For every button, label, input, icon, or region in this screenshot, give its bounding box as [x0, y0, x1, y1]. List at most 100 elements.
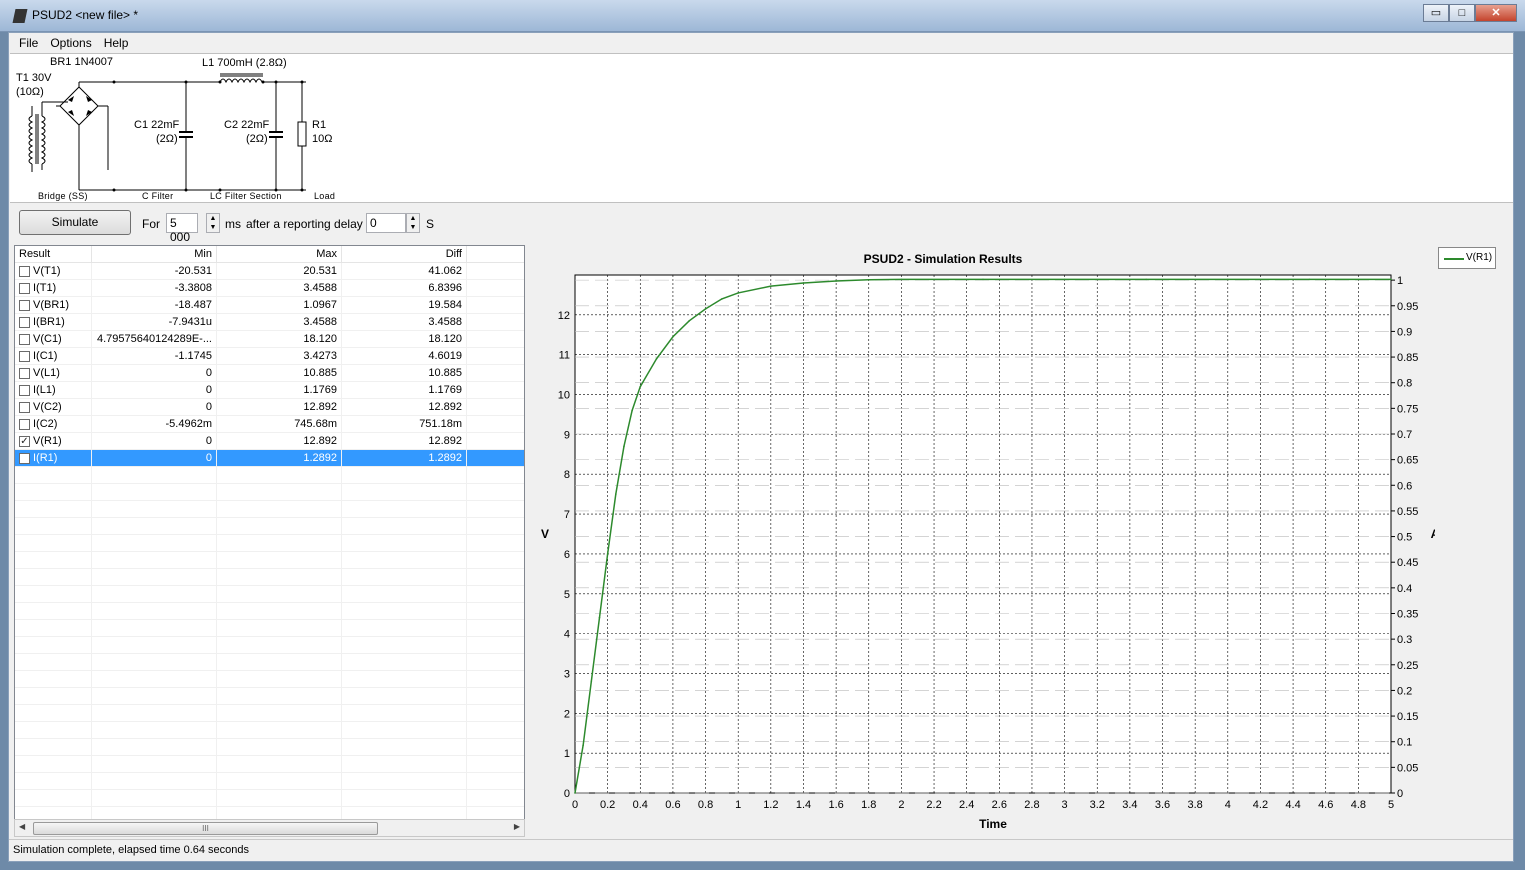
series-point — [737, 292, 739, 294]
table-row[interactable]: I(C2) -5.4962m 745.68m 751.18m — [15, 416, 524, 433]
result-name: V(T1) — [33, 265, 61, 277]
min-cell: 0 — [92, 450, 217, 466]
row-checkbox[interactable] — [19, 401, 30, 413]
x-tick-label: 2.2 — [926, 799, 941, 811]
table-row[interactable]: ✓ V(R1) 0 12.892 12.892 — [15, 433, 524, 450]
min-cell: -1.1745 — [92, 348, 217, 364]
diff-cell: 41.062 — [342, 263, 467, 279]
empty-table-row — [15, 467, 524, 484]
empty-table-row — [15, 637, 524, 654]
row-checkbox[interactable] — [19, 265, 30, 277]
delay-stepper[interactable]: ▲ ▼ — [406, 213, 420, 233]
x-tick-label: 1.8 — [861, 799, 876, 811]
col-result[interactable]: Result — [15, 246, 92, 262]
x-tick-label: 1.6 — [828, 799, 843, 811]
row-checkbox[interactable] — [19, 452, 30, 464]
y2-tick-label: 0.3 — [1397, 634, 1412, 646]
menu-bar: File Options Help — [9, 33, 1513, 53]
empty-cell — [92, 671, 217, 687]
empty-cell — [342, 790, 467, 806]
y-tick-label: 4 — [564, 629, 570, 641]
table-row[interactable]: V(C1) 4.79575640124289E-... 18.120 18.120 — [15, 331, 524, 348]
scroll-right-arrow[interactable]: ▶ — [514, 822, 520, 831]
min-cell: -3.3808 — [92, 280, 217, 296]
table-row[interactable]: I(C1) -1.1745 3.4273 4.6019 — [15, 348, 524, 365]
close-button[interactable]: ✕ — [1475, 4, 1517, 22]
empty-cell — [342, 569, 467, 585]
menu-help[interactable]: Help — [98, 33, 135, 53]
scroll-left-arrow[interactable]: ◀ — [19, 822, 25, 831]
empty-cell — [217, 756, 342, 772]
series-point — [900, 278, 903, 281]
simulate-button[interactable]: Simulate — [19, 210, 131, 235]
table-row[interactable]: I(T1) -3.3808 3.4588 6.8396 — [15, 280, 524, 297]
empty-cell — [92, 535, 217, 551]
row-checkbox[interactable] — [19, 384, 30, 396]
row-checkbox[interactable] — [19, 299, 30, 311]
result-name: V(C1) — [33, 333, 62, 345]
bridge-rectifier — [59, 86, 99, 126]
maximize-button[interactable]: □ — [1449, 4, 1475, 22]
max-cell: 1.2892 — [217, 450, 342, 466]
row-checkbox[interactable] — [19, 418, 30, 430]
legend-swatch-vr1 — [1444, 258, 1464, 260]
series-point — [721, 298, 723, 300]
after-delay-label: after a reporting delay of — [246, 217, 377, 231]
max-cell: 12.892 — [217, 399, 342, 415]
empty-cell — [15, 467, 92, 483]
y2-tick-label: 0.85 — [1397, 352, 1418, 364]
empty-cell — [342, 501, 467, 517]
col-diff[interactable]: Diff — [342, 246, 467, 262]
minimize-button[interactable]: ▭ — [1423, 4, 1449, 22]
row-checkbox[interactable] — [19, 316, 30, 328]
table-horizontal-scrollbar[interactable]: ◀ III ▶ — [14, 819, 525, 837]
x-tick-label: 4 — [1225, 799, 1231, 811]
row-checkbox[interactable] — [19, 367, 30, 379]
empty-cell — [15, 688, 92, 704]
empty-cell — [342, 620, 467, 636]
table-row[interactable]: I(L1) 0 1.1769 1.1769 — [15, 382, 524, 399]
window-title: PSUD2 <new file> * — [32, 8, 139, 22]
diff-cell: 18.120 — [342, 331, 467, 347]
empty-cell — [92, 722, 217, 738]
col-min[interactable]: Min — [92, 246, 217, 262]
table-row[interactable]: I(R1) 0 1.2892 1.2892 — [15, 450, 524, 467]
table-row[interactable]: V(BR1) -18.487 1.0967 19.584 — [15, 297, 524, 314]
table-header: Result Min Max Diff — [15, 246, 524, 263]
empty-cell — [92, 603, 217, 619]
scroll-thumb[interactable]: III — [33, 822, 378, 835]
x-tick-label: 2.6 — [992, 799, 1007, 811]
delay-input[interactable]: 0 — [366, 213, 406, 233]
t1-label: T1 30V — [16, 72, 52, 84]
result-cell: V(L1) — [15, 365, 92, 381]
x-tick-label: 1.2 — [763, 799, 778, 811]
col-max[interactable]: Max — [217, 246, 342, 262]
menu-file[interactable]: File — [13, 33, 44, 53]
row-checkbox[interactable] — [19, 350, 30, 362]
empty-table-row — [15, 518, 524, 535]
table-row[interactable]: V(C2) 0 12.892 12.892 — [15, 399, 524, 416]
y-tick-label: 10 — [558, 390, 570, 402]
duration-stepper[interactable]: ▲ ▼ — [206, 213, 220, 233]
duration-input[interactable]: 5 000 — [166, 213, 198, 244]
circuit-schematic[interactable]: T1 30V (10Ω) BR1 1N4007 L1 700mH (2.8Ω) … — [10, 53, 1513, 203]
chart-legend: V(R1) — [1438, 247, 1496, 269]
table-row[interactable]: V(L1) 0 10.885 10.885 — [15, 365, 524, 382]
x-tick-label: 1 — [735, 799, 741, 811]
series-point — [982, 278, 984, 281]
empty-cell — [217, 739, 342, 755]
y-tick-label: 8 — [564, 469, 570, 481]
empty-cell — [342, 739, 467, 755]
results-table[interactable]: Result Min Max Diff V(T1) -20.531 20.531 41… — [14, 245, 525, 837]
row-checkbox[interactable] — [19, 333, 30, 345]
empty-cell — [92, 773, 217, 789]
table-row[interactable]: I(BR1) -7.9431u 3.4588 3.4588 — [15, 314, 524, 331]
row-checkbox[interactable] — [19, 282, 30, 294]
menu-options[interactable]: Options — [44, 33, 97, 53]
x-tick-label: 4.4 — [1285, 799, 1300, 811]
table-row[interactable]: V(T1) -20.531 20.531 41.062 — [15, 263, 524, 280]
max-cell: 1.1769 — [217, 382, 342, 398]
max-cell: 20.531 — [217, 263, 342, 279]
min-cell: 0 — [92, 365, 217, 381]
row-checkbox[interactable]: ✓ — [19, 435, 30, 447]
